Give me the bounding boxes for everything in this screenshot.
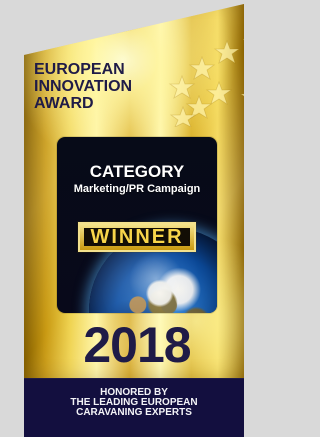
award-title: EUROPEAN INNOVATION AWARD: [34, 61, 133, 112]
category-card: CATEGORY Marketing/PR Campaign WINNER: [57, 137, 217, 313]
star-icon: [239, 84, 244, 109]
category-value: Marketing/PR Campaign: [73, 183, 201, 195]
winner-plate: WINNER: [78, 222, 196, 252]
star-icon: [205, 80, 233, 105]
award-year: 2018: [83, 317, 191, 373]
star-icon: [241, 31, 244, 54]
stars-decoration: [168, 31, 244, 127]
footer-line-3: CARAVANING EXPERTS: [76, 407, 192, 418]
star-icon: [213, 39, 241, 64]
star-icon: [169, 105, 197, 127]
winner-inner: WINNER: [84, 226, 190, 248]
award-badge: EUROPEAN INNOVATION AWARD CATEGORY Marke…: [0, 0, 260, 437]
category-label: CATEGORY: [89, 162, 185, 181]
winner-label: WINNER: [90, 226, 184, 248]
star-icon: [168, 74, 196, 99]
footer-band: HONORED BY THE LEADING EUROPEAN CARAVANI…: [24, 378, 244, 437]
star-icon: [188, 55, 216, 80]
